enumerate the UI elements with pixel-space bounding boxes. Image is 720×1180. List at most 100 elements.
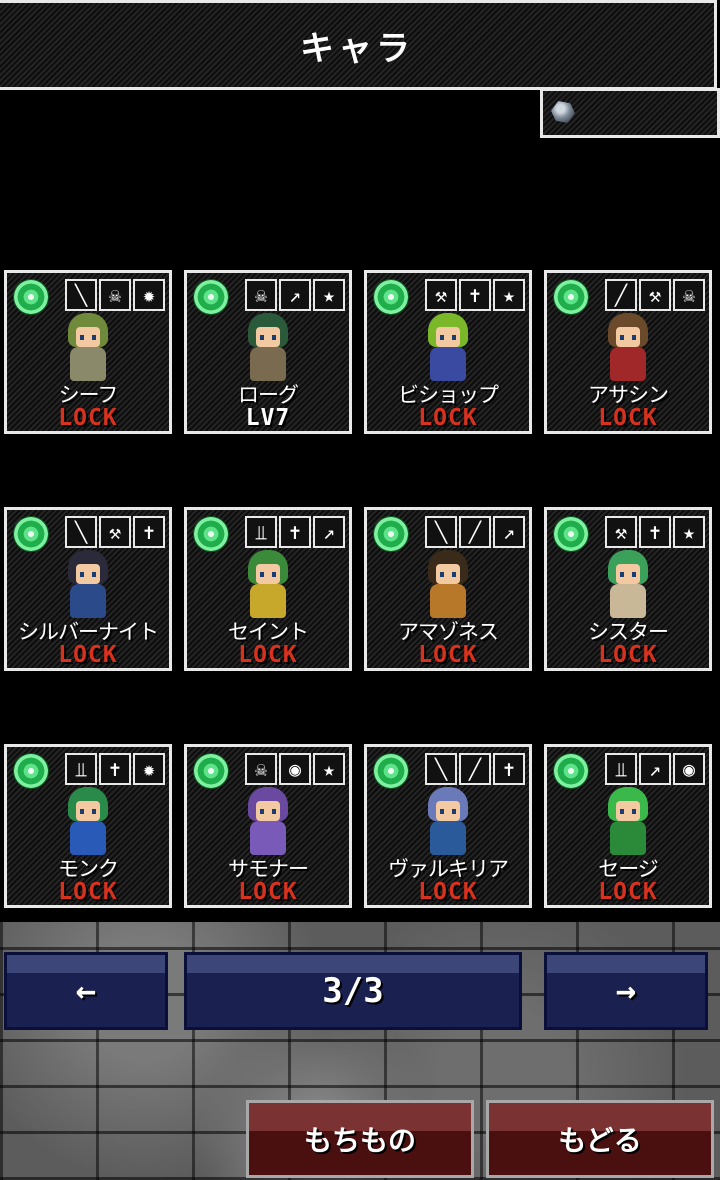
character-card[interactable]: ☠ ◉ ★ サモナー LOCK	[184, 744, 352, 908]
element-orb-icon	[13, 516, 49, 552]
left-arrow-icon: ←	[75, 971, 97, 1011]
skill-icons: ⫫ ↗ ◉	[605, 753, 705, 785]
level-status: LV7	[245, 405, 291, 431]
element-orb-icon	[553, 753, 589, 789]
skill-icons: ╱ ⚒ ☠	[605, 279, 705, 311]
lock-status: LOCK	[598, 405, 658, 431]
element-orb-icon	[193, 279, 229, 315]
axe-icon: ⚒	[99, 516, 131, 548]
axe-icon: ⚒	[639, 279, 671, 311]
spear-icon: ╱	[605, 279, 637, 311]
character-card[interactable]: ☠ ↗ ★ ローグ LV7	[184, 270, 352, 434]
element-orb-icon	[193, 753, 229, 789]
character-card[interactable]: ⫫ ↗ ◉ セージ LOCK	[544, 744, 712, 908]
cross-icon: ✝	[99, 753, 131, 785]
skull-icon: ☠	[673, 279, 705, 311]
skill-icons: ⚒ ✝ ★	[605, 516, 705, 548]
element-orb-icon	[373, 279, 409, 315]
skill-icons: ☠ ↗ ★	[245, 279, 345, 311]
character-sprite	[238, 313, 298, 383]
cross-icon: ✝	[639, 516, 671, 548]
element-orb-icon	[193, 516, 229, 552]
skill-icons: ╲ ⚒ ✝	[65, 516, 165, 548]
character-sprite	[58, 787, 118, 857]
element-orb-icon	[373, 753, 409, 789]
staff-icon: ⫫	[605, 753, 637, 785]
character-card[interactable]: ╲ ╱ ↗ アマゾネス LOCK	[364, 507, 532, 671]
element-orb-icon	[373, 516, 409, 552]
skill-icons: ☠ ◉ ★	[245, 753, 345, 785]
cross-icon: ✝	[459, 279, 491, 311]
eye-icon: ◉	[279, 753, 311, 785]
items-button[interactable]: もちもの	[246, 1100, 474, 1178]
lock-status: LOCK	[58, 879, 118, 905]
axe-icon: ⚒	[605, 516, 637, 548]
character-card[interactable]: ⚒ ✝ ★ ビショップ LOCK	[364, 270, 532, 434]
burst-icon: ✹	[133, 279, 165, 311]
character-sprite	[238, 550, 298, 620]
skull-icon: ☠	[245, 753, 277, 785]
staff-icon: ⫫	[245, 516, 277, 548]
skill-icons: ⫫ ✝ ✹	[65, 753, 165, 785]
star-icon: ★	[313, 279, 345, 311]
lock-status: LOCK	[238, 879, 298, 905]
skill-icons: ╲ ☠ ✹	[65, 279, 165, 311]
character-sprite	[598, 787, 658, 857]
cross-icon: ✝	[493, 753, 525, 785]
skill-icons: ╲ ╱ ✝	[425, 753, 525, 785]
lock-status: LOCK	[418, 879, 478, 905]
page-number: 3/3	[322, 971, 384, 1011]
bow-icon: ↗	[313, 516, 345, 548]
character-card[interactable]: ⫫ ✝ ↗ セイント LOCK	[184, 507, 352, 671]
element-orb-icon	[13, 279, 49, 315]
bow-icon: ↗	[279, 279, 311, 311]
character-sprite	[598, 550, 658, 620]
lock-status: LOCK	[238, 642, 298, 668]
sword-icon: ╲	[65, 279, 97, 311]
element-orb-icon	[553, 279, 589, 315]
bow-icon: ↗	[639, 753, 671, 785]
sword-icon: ╲	[65, 516, 97, 548]
character-sprite	[418, 313, 478, 383]
skill-icons: ⚒ ✝ ★	[425, 279, 525, 311]
character-grid: ╲ ☠ ✹ シーフ LOCK ☠ ↗ ★ ローグ LV7 ⚒ ✝ ★ ビショップ LOCK ╱ ⚒ ☠ アサシン LO…	[0, 0, 720, 920]
sword-icon: ╲	[425, 516, 457, 548]
character-card[interactable]: ⫫ ✝ ✹ モンク LOCK	[4, 744, 172, 908]
character-sprite	[58, 313, 118, 383]
lock-status: LOCK	[58, 642, 118, 668]
skill-icons: ⫫ ✝ ↗	[245, 516, 345, 548]
star-icon: ★	[493, 279, 525, 311]
back-label: もどる	[558, 1124, 642, 1157]
character-card[interactable]: ╲ ╱ ✝ ヴァルキリア LOCK	[364, 744, 532, 908]
element-orb-icon	[553, 516, 589, 552]
back-button[interactable]: もどる	[486, 1100, 714, 1178]
character-card[interactable]: ╲ ⚒ ✝ シルバーナイト LOCK	[4, 507, 172, 671]
next-page-button[interactable]: →	[544, 952, 708, 1030]
character-sprite	[418, 787, 478, 857]
right-arrow-icon: →	[615, 971, 637, 1011]
character-card[interactable]: ╱ ⚒ ☠ アサシン LOCK	[544, 270, 712, 434]
bow-icon: ↗	[493, 516, 525, 548]
element-orb-icon	[13, 753, 49, 789]
skull-icon: ☠	[245, 279, 277, 311]
page-indicator: 3/3	[184, 952, 522, 1030]
skull-icon: ☠	[99, 279, 131, 311]
character-sprite	[58, 550, 118, 620]
skill-icons: ╲ ╱ ↗	[425, 516, 525, 548]
eye-icon: ◉	[673, 753, 705, 785]
character-card[interactable]: ╲ ☠ ✹ シーフ LOCK	[4, 270, 172, 434]
cross-icon: ✝	[279, 516, 311, 548]
spear-icon: ╱	[459, 516, 491, 548]
spear-icon: ╱	[459, 753, 491, 785]
star-icon: ★	[313, 753, 345, 785]
character-card[interactable]: ⚒ ✝ ★ シスター LOCK	[544, 507, 712, 671]
prev-page-button[interactable]: ←	[4, 952, 168, 1030]
items-label: もちもの	[303, 1124, 416, 1157]
lock-status: LOCK	[598, 642, 658, 668]
burst-icon: ✹	[133, 753, 165, 785]
character-sprite	[238, 787, 298, 857]
lock-status: LOCK	[598, 879, 658, 905]
character-sprite	[598, 313, 658, 383]
lock-status: LOCK	[58, 405, 118, 431]
character-sprite	[418, 550, 478, 620]
